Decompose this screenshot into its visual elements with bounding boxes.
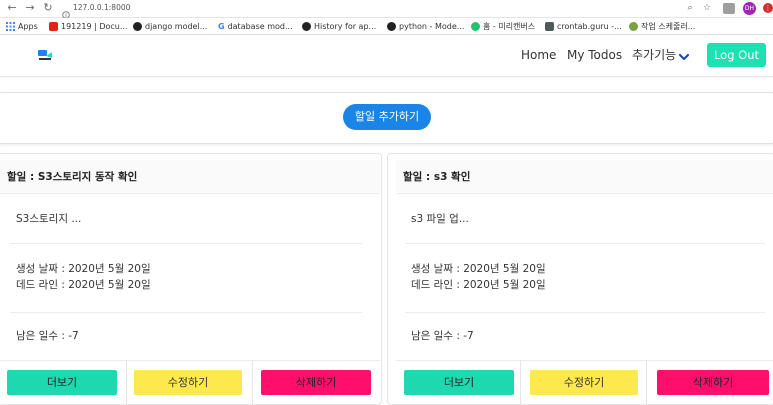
bookmark-item[interactable]: python - Mode... bbox=[387, 19, 464, 33]
bookmark-item[interactable]: G database mod... bbox=[218, 19, 293, 33]
delete-button[interactable]: 삭제하기 bbox=[657, 370, 769, 395]
info-icon[interactable] bbox=[62, 4, 70, 19]
nav-my-todos-link[interactable]: My Todos bbox=[567, 47, 622, 63]
divider bbox=[405, 243, 765, 244]
more-button[interactable]: 더보기 bbox=[7, 370, 117, 395]
address-bar[interactable]: 127.0.0.1:8000 bbox=[73, 2, 130, 14]
todo-title: 할일 : s3 확인 bbox=[403, 171, 471, 183]
card-footer-divider bbox=[0, 360, 380, 361]
bookmark-item[interactable]: 작업 스케줄러... bbox=[629, 19, 695, 33]
circle-icon bbox=[387, 21, 396, 31]
more-button[interactable]: 더보기 bbox=[404, 370, 514, 395]
youtube-icon bbox=[49, 21, 58, 31]
nav-home-link[interactable]: Home bbox=[521, 47, 556, 63]
bookmark-label: History for ap... bbox=[314, 21, 377, 31]
circle-icon bbox=[133, 21, 142, 31]
extension-icon[interactable] bbox=[723, 3, 735, 14]
edit-button[interactable]: 수정하기 bbox=[134, 370, 242, 395]
logout-button[interactable]: Log Out bbox=[707, 43, 766, 67]
bookmark-item[interactable]: 홈 - 미리캔버스 bbox=[471, 19, 535, 33]
scheduler-icon bbox=[629, 21, 638, 31]
bookmark-label: Apps bbox=[18, 21, 38, 31]
forward-arrow-icon[interactable]: → bbox=[23, 1, 37, 15]
bookmark-label: django model... bbox=[145, 21, 208, 31]
todo-deadline: 데드 라인 : 2020년 5월 20일 bbox=[411, 279, 546, 291]
google-icon: G bbox=[218, 21, 225, 31]
todo-created-date: 생성 날짜 : 2020년 5월 20일 bbox=[411, 263, 546, 275]
star-icon[interactable]: ☆ bbox=[701, 2, 713, 14]
miricanvas-icon bbox=[471, 21, 480, 31]
todo-summary: s3 파일 업... bbox=[411, 213, 469, 225]
profile-avatar[interactable]: DH bbox=[743, 2, 756, 15]
divider bbox=[10, 312, 362, 313]
bookmark-label: crontab.guru -... bbox=[557, 21, 622, 31]
github-icon bbox=[302, 21, 311, 31]
todo-deadline: 데드 라인 : 2020년 5월 20일 bbox=[16, 279, 151, 291]
brand-logo-icon[interactable] bbox=[37, 47, 53, 61]
divider bbox=[646, 360, 647, 405]
reload-icon[interactable]: ↻ bbox=[41, 1, 55, 15]
todo-days-left: 남은 일수 : -7 bbox=[16, 330, 79, 342]
crontab-icon bbox=[545, 21, 554, 31]
bookmark-item[interactable]: 191219 | Docu... bbox=[49, 19, 127, 33]
divider bbox=[126, 360, 127, 405]
todo-title: 할일 : S3스토리지 동작 확인 bbox=[7, 171, 138, 183]
divider bbox=[520, 360, 521, 405]
add-todo-button[interactable]: 할일 추가하기 bbox=[343, 104, 431, 130]
bookmark-label: 191219 | Docu... bbox=[61, 21, 128, 31]
card-footer-divider bbox=[396, 360, 773, 361]
todo-created-date: 생성 날짜 : 2020년 5월 20일 bbox=[16, 263, 151, 275]
chevron-down-icon[interactable] bbox=[678, 48, 690, 61]
bookmark-label: 홈 - 미리캔버스 bbox=[483, 21, 536, 31]
zoom-icon[interactable]: ⌕ bbox=[684, 2, 696, 14]
bookmark-label: database mod... bbox=[227, 21, 293, 31]
menu-icon[interactable]: ⋮ bbox=[763, 3, 773, 13]
delete-button[interactable]: 삭제하기 bbox=[261, 370, 371, 395]
back-arrow-icon[interactable]: ← bbox=[5, 1, 19, 15]
bookmark-item[interactable]: django model... bbox=[133, 19, 207, 33]
edit-button[interactable]: 수정하기 bbox=[530, 370, 638, 395]
divider bbox=[10, 243, 362, 244]
bookmark-label: 작업 스케줄러... bbox=[641, 21, 696, 31]
nav-more-dropdown[interactable]: 추가기능 bbox=[632, 47, 676, 63]
apps-grid-icon bbox=[6, 21, 15, 31]
bookmark-item[interactable]: crontab.guru -... bbox=[545, 19, 622, 33]
todo-days-left: 남은 일수 : -7 bbox=[411, 330, 474, 342]
bookmark-item[interactable]: History for ap... bbox=[302, 19, 376, 33]
todo-summary: S3스토리지 ... bbox=[16, 213, 82, 225]
divider bbox=[405, 312, 765, 313]
bookmark-label: python - Mode... bbox=[399, 21, 465, 31]
bookmark-item[interactable]: Apps bbox=[6, 19, 38, 33]
divider bbox=[252, 360, 253, 405]
